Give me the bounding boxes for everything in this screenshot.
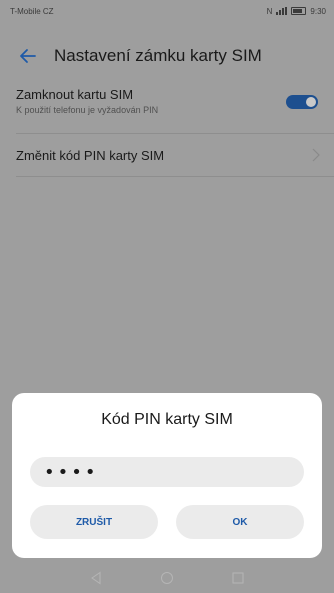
- dialog-title: Kód PIN karty SIM: [101, 411, 233, 428]
- arrow-left-icon[interactable]: [18, 46, 38, 66]
- status-icons: N 9:30: [267, 7, 326, 16]
- divider: [16, 176, 334, 177]
- toggle-knob: [306, 97, 316, 107]
- signal-icon: [276, 7, 288, 15]
- lock-sim-title: Zamknout kartu SIM: [16, 87, 134, 102]
- change-pin-title: Změnit kód PIN karty SIM: [16, 147, 165, 163]
- navigation-bar: [0, 563, 334, 593]
- home-icon[interactable]: [160, 571, 174, 585]
- pin-dialog: Kód PIN karty SIM ZRUŠIT OK: [12, 393, 322, 558]
- back-icon[interactable]: [89, 571, 103, 585]
- battery-icon: [291, 7, 307, 15]
- lock-sim-toggle[interactable]: [286, 95, 318, 109]
- nfc-icon: N: [266, 6, 273, 16]
- lock-sim-subtitle: K použití telefonu je vyžadován PIN: [16, 105, 159, 115]
- app-bar: Nastavení zámku karty SIM: [0, 38, 334, 74]
- lock-sim-row[interactable]: Zamknout kartu SIM K použití telefonu je…: [0, 86, 334, 130]
- carrier-label: T-Mobile CZ: [10, 6, 54, 16]
- clock: 9:30: [310, 6, 326, 16]
- pin-input[interactable]: [30, 457, 304, 487]
- cancel-button[interactable]: ZRUŠIT: [30, 505, 158, 539]
- chevron-right-icon: [312, 148, 320, 162]
- page-title: Nastavení zámku karty SIM: [54, 46, 262, 65]
- divider: [16, 133, 334, 134]
- status-bar: T-Mobile CZ N 9:30: [0, 0, 334, 22]
- ok-button[interactable]: OK: [176, 505, 304, 539]
- change-pin-row[interactable]: Změnit kód PIN karty SIM: [0, 140, 334, 170]
- recents-icon[interactable]: [231, 571, 245, 585]
